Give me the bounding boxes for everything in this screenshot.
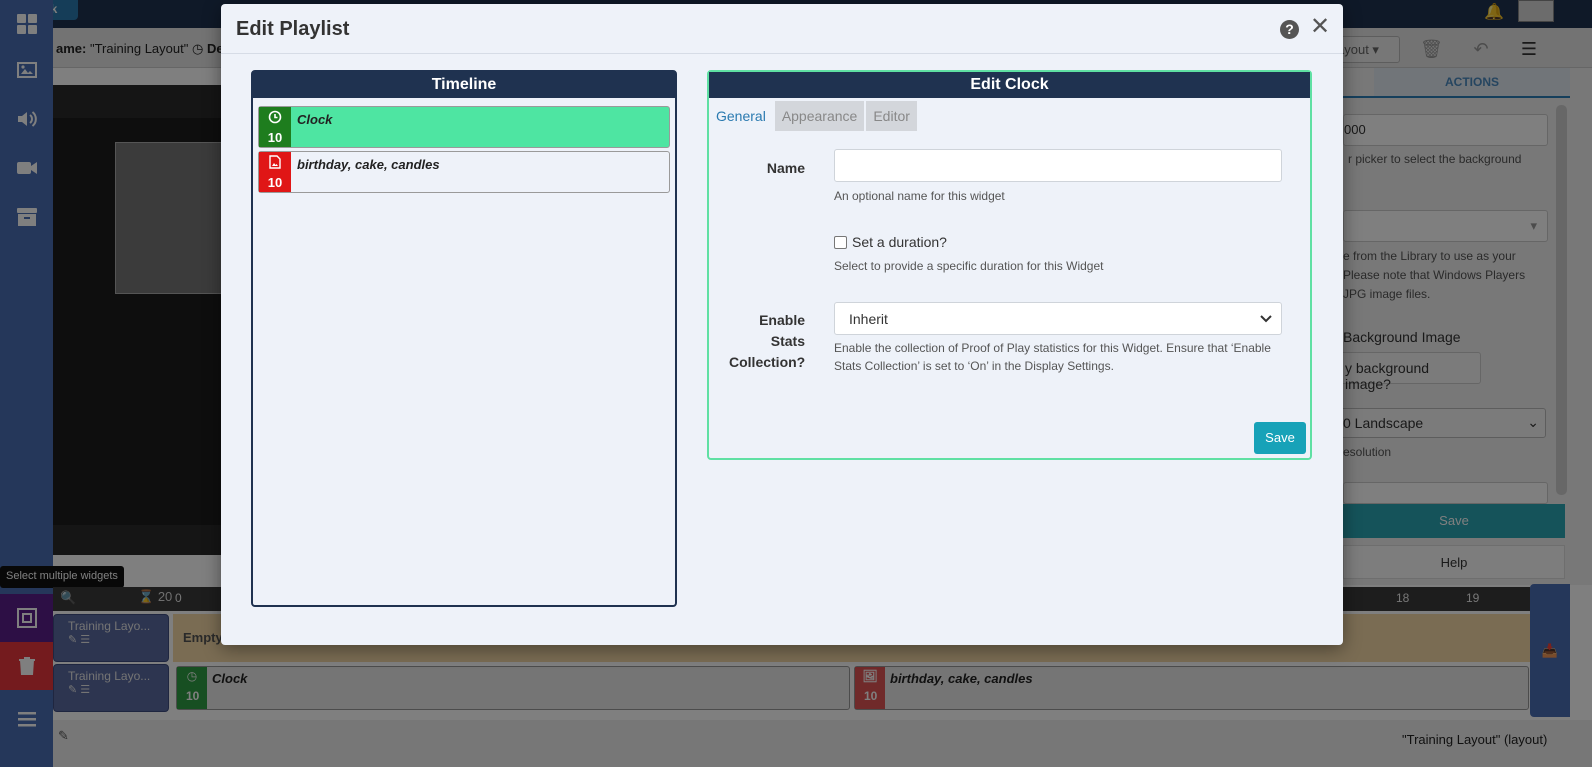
chevron-down-icon <box>1260 315 1272 323</box>
tab-general[interactable]: General <box>709 101 773 131</box>
name-help: An optional name for this widget <box>834 189 1005 203</box>
item-name: Clock <box>297 112 333 127</box>
item-name: birthday, cake, candles <box>297 157 440 172</box>
save-button[interactable]: Save <box>1254 422 1306 454</box>
stats-help-line: Stats Collection’ is set to ‘On’ in the … <box>834 359 1114 373</box>
checkbox[interactable] <box>834 235 847 249</box>
duration-checkbox-label: Set a duration? <box>852 234 947 250</box>
item-duration: 10 <box>267 130 283 145</box>
modal-title: Edit Playlist <box>236 18 350 40</box>
edit-playlist-modal: Edit Playlist ? ✕ Timeline 10 Clock 10 b… <box>221 4 1343 645</box>
modal-header: Edit Playlist ? ✕ <box>221 4 1343 54</box>
stats-label-line: Stats <box>770 333 805 349</box>
duration-help: Select to provide a specific duration fo… <box>834 259 1104 273</box>
edit-tabs: General Appearance Editor <box>709 101 917 131</box>
tab-editor[interactable]: Editor <box>866 101 917 131</box>
name-input[interactable] <box>834 149 1282 182</box>
edit-panel-title: Edit Clock <box>709 72 1310 98</box>
item-duration: 10 <box>267 175 283 190</box>
edit-clock-panel: Edit Clock General Appearance Editor Nam… <box>707 70 1312 460</box>
playlist-item-image[interactable]: 10 birthday, cake, candles <box>258 151 670 193</box>
stats-label-line: Enable <box>759 312 805 328</box>
stats-select-value: Inherit <box>849 311 888 327</box>
name-label: Name <box>766 160 805 176</box>
question-circle-icon[interactable]: ? <box>1280 20 1299 39</box>
stats-select[interactable]: Inherit <box>834 302 1282 335</box>
stats-label-line: Collection? <box>729 354 806 370</box>
playlist-item-clock[interactable]: 10 Clock <box>258 106 670 148</box>
close-icon[interactable]: ✕ <box>1310 15 1330 39</box>
stats-help: Enable the collection of Proof of Play s… <box>834 339 1271 375</box>
timeline-panel: Timeline 10 Clock 10 birthday, cake, can… <box>251 70 677 607</box>
stats-label: Enable Stats Collection? <box>729 310 805 373</box>
tab-appearance[interactable]: Appearance <box>774 101 865 131</box>
timeline-panel-title: Timeline <box>253 72 675 98</box>
stats-help-line: Enable the collection of Proof of Play s… <box>834 341 1271 355</box>
duration-checkbox[interactable]: Set a duration? <box>834 234 947 250</box>
